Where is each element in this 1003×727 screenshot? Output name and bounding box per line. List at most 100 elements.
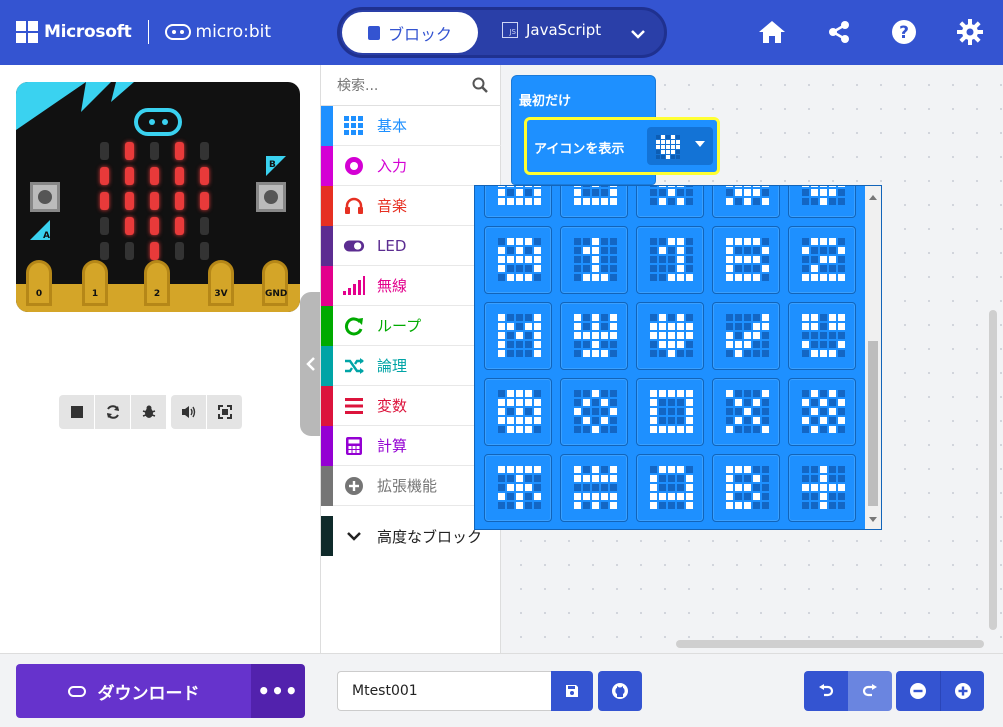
icon-option[interactable] xyxy=(560,226,628,294)
led-pattern-icon xyxy=(650,238,693,281)
icon-dropdown[interactable] xyxy=(647,127,713,165)
category-label: 入力 xyxy=(377,157,408,175)
microbit-logo-icon xyxy=(164,24,191,40)
led-pattern-icon xyxy=(574,314,617,357)
list-lines-icon xyxy=(343,395,365,417)
pin-2[interactable]: 2 xyxy=(144,260,170,306)
fullscreen-button[interactable] xyxy=(207,395,243,429)
stop-button[interactable] xyxy=(59,395,95,429)
icon-option[interactable] xyxy=(484,186,552,218)
icon-option[interactable] xyxy=(636,226,704,294)
redo-button[interactable] xyxy=(848,671,892,711)
icon-option[interactable] xyxy=(560,186,628,218)
icon-option[interactable] xyxy=(712,454,780,522)
led-pixel xyxy=(200,167,209,185)
led-pattern-icon xyxy=(802,238,845,281)
icon-option[interactable] xyxy=(636,378,704,446)
icon-option[interactable] xyxy=(484,302,552,370)
debug-button[interactable] xyxy=(131,395,167,429)
led-pattern-icon xyxy=(574,390,617,433)
microbit-face-logo-icon[interactable] xyxy=(134,108,182,136)
icon-option[interactable] xyxy=(484,226,552,294)
led-pixel xyxy=(100,242,109,260)
collapse-simulator-button[interactable] xyxy=(300,292,322,436)
show-icon-block[interactable]: アイコンを表示 xyxy=(524,117,720,175)
category-label: ループ xyxy=(377,317,422,335)
picker-scrollbar[interactable] xyxy=(865,186,881,529)
workspace-vertical-scrollbar[interactable] xyxy=(989,310,997,630)
pin-label: GND xyxy=(265,289,288,299)
scroll-down-icon[interactable] xyxy=(869,517,877,522)
icon-option[interactable] xyxy=(636,186,704,218)
heart-icon xyxy=(656,135,680,159)
scroll-up-icon[interactable] xyxy=(869,195,877,200)
category-basic[interactable]: 基本 xyxy=(321,105,501,146)
icon-option[interactable] xyxy=(788,226,856,294)
pin-3v[interactable]: 3V xyxy=(208,260,234,306)
icon-option[interactable] xyxy=(560,454,628,522)
mute-button[interactable] xyxy=(171,395,207,429)
icon-option[interactable] xyxy=(560,378,628,446)
download-button[interactable]: ダウンロード xyxy=(16,664,251,718)
project-name-input[interactable] xyxy=(337,671,551,711)
svg-text:A: A xyxy=(43,231,50,240)
download-more-button[interactable]: ••• xyxy=(251,664,305,718)
undo-icon xyxy=(819,684,834,697)
simulator-panel: A B 0 1 2 3V GND xyxy=(0,65,320,653)
led-pattern-icon xyxy=(726,238,769,281)
pin-label: 3V xyxy=(214,289,228,299)
github-button[interactable] xyxy=(598,671,642,711)
category-color-bar xyxy=(321,305,333,346)
category-label: 論理 xyxy=(377,357,408,375)
icon-option[interactable] xyxy=(712,226,780,294)
pin-gnd[interactable]: GND xyxy=(262,260,288,306)
zoom-out-button[interactable] xyxy=(896,671,940,711)
gear-icon[interactable] xyxy=(955,17,985,47)
undo-button[interactable] xyxy=(804,671,848,711)
icon-option[interactable] xyxy=(788,454,856,522)
svg-text:B: B xyxy=(269,160,276,170)
save-button[interactable] xyxy=(551,671,593,711)
toggle-icon xyxy=(343,235,365,257)
icon-option[interactable] xyxy=(560,302,628,370)
button-a[interactable] xyxy=(30,182,60,212)
share-icon[interactable] xyxy=(824,17,854,47)
led-pixel xyxy=(125,192,134,210)
tab-javascript[interactable]: JS JavaScript xyxy=(502,21,601,39)
workspace-horizontal-scrollbar[interactable] xyxy=(676,640,984,648)
icon-option[interactable] xyxy=(712,186,780,218)
led-pixel xyxy=(175,167,184,185)
category-color-bar xyxy=(321,385,333,426)
icon-option[interactable] xyxy=(788,378,856,446)
zoom-in-button[interactable] xyxy=(940,671,984,711)
tab-blocks-label: ブロック xyxy=(387,24,452,44)
category-label: LED xyxy=(377,236,407,255)
icon-option[interactable] xyxy=(484,378,552,446)
language-dropdown-chevron-icon[interactable] xyxy=(630,24,646,43)
icon-option[interactable] xyxy=(712,302,780,370)
icon-option[interactable] xyxy=(484,454,552,522)
help-icon[interactable]: ? xyxy=(889,17,919,47)
restart-button[interactable] xyxy=(95,395,131,429)
category-input[interactable]: 入力 xyxy=(321,145,501,186)
tab-blocks[interactable]: ブロック xyxy=(342,12,478,53)
brand-logo[interactable]: Microsoft micro:bit xyxy=(16,20,271,44)
led-pattern-icon xyxy=(574,186,617,205)
search-input[interactable] xyxy=(337,75,467,97)
icon-option[interactable] xyxy=(712,378,780,446)
icon-option[interactable] xyxy=(788,302,856,370)
pin-1[interactable]: 1 xyxy=(82,260,108,306)
button-b[interactable] xyxy=(256,182,286,212)
search-icon[interactable] xyxy=(472,77,488,93)
home-icon[interactable] xyxy=(757,17,787,47)
button-a-marker-icon: A xyxy=(30,220,50,240)
led-pattern-icon xyxy=(802,186,845,205)
icon-option[interactable] xyxy=(636,302,704,370)
pin-0[interactable]: 0 xyxy=(26,260,52,306)
led-pattern-icon xyxy=(574,466,617,509)
icon-option[interactable] xyxy=(636,454,704,522)
scroll-thumb[interactable] xyxy=(868,341,878,506)
icon-option[interactable] xyxy=(788,186,856,218)
advanced-color-bar xyxy=(321,516,333,556)
download-label: ダウンロード xyxy=(97,683,200,704)
